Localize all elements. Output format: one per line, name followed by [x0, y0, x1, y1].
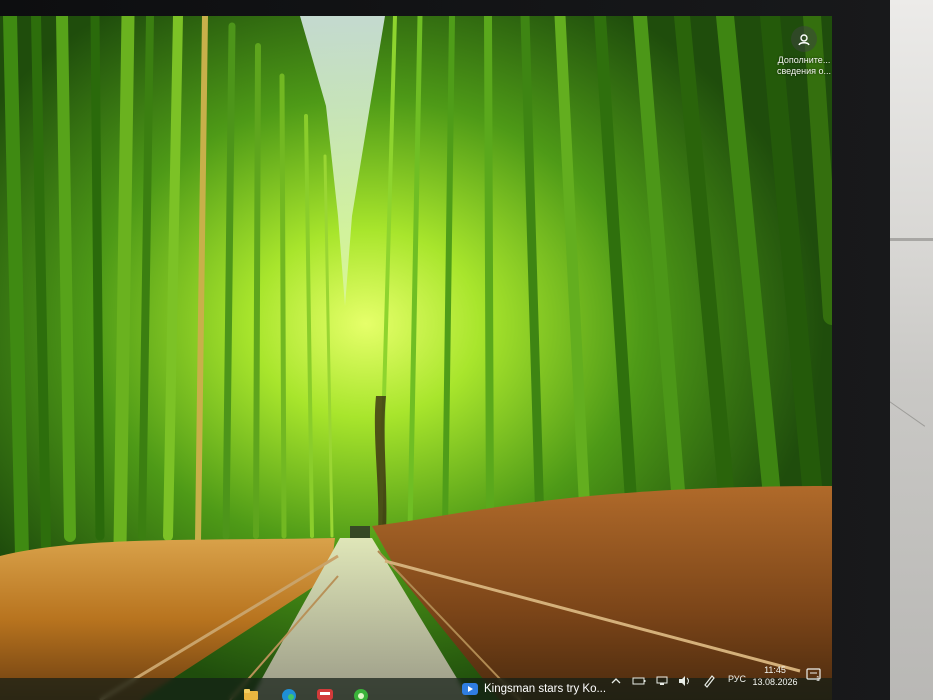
clock-date: 13.08.2026 — [752, 677, 798, 687]
spotlight-widget[interactable]: Дополните... сведения о... — [776, 26, 832, 77]
clock-time: 11:45 — [764, 665, 786, 675]
explorer-icon[interactable] — [242, 687, 260, 700]
wall-seam — [888, 238, 933, 241]
notification-icon[interactable] — [805, 667, 823, 685]
spotlight-line-1[interactable]: Дополните... — [776, 55, 832, 66]
desktop-screen: Дополните... сведения о... — [0, 16, 832, 700]
monitor-bezel: Дополните... сведения о... — [0, 0, 890, 700]
media-now-playing[interactable]: Kingsman stars try Ko... — [462, 683, 606, 695]
notification-count: 1 — [816, 676, 820, 683]
language-indicator[interactable]: РУС — [728, 674, 746, 684]
media-title[interactable]: Kingsman stars try Ko... — [484, 683, 606, 695]
taskbar-clock[interactable]: 11:45 13.08.2026 — [752, 664, 798, 688]
play-icon[interactable] — [462, 683, 478, 695]
room-wall — [888, 0, 933, 700]
green-app-icon[interactable] — [352, 687, 370, 700]
battery-icon[interactable] — [632, 676, 646, 686]
camera-icon[interactable] — [791, 26, 817, 52]
network-icon[interactable] — [655, 675, 669, 687]
app-badge-icon[interactable] — [316, 687, 334, 700]
edge-icon[interactable] — [280, 687, 298, 700]
pen-icon[interactable] — [702, 674, 716, 688]
chevron-up-icon[interactable] — [610, 676, 622, 686]
spotlight-line-2[interactable]: сведения о... — [776, 66, 832, 77]
volume-icon[interactable] — [677, 675, 691, 687]
desktop-wallpaper — [0, 16, 832, 700]
